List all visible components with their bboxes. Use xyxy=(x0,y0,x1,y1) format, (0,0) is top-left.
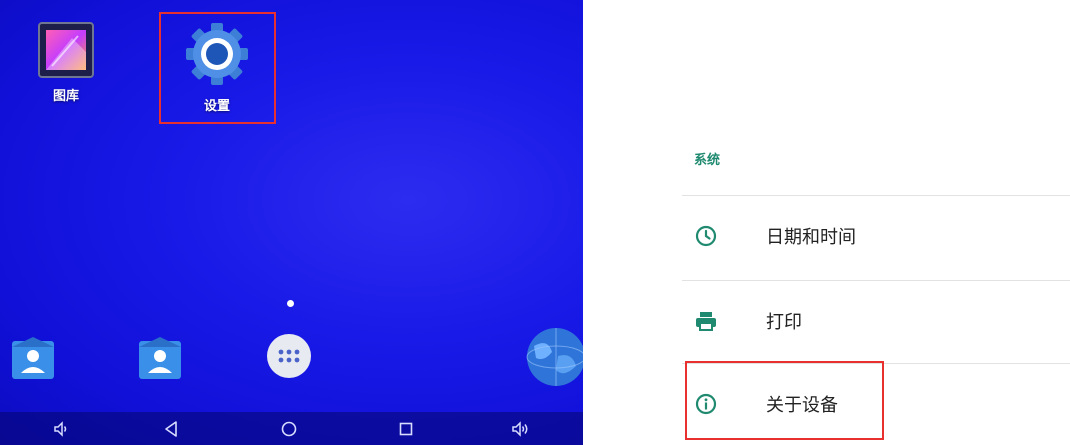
settings-item-label: 打印 xyxy=(766,312,802,333)
volume-up-icon[interactable] xyxy=(510,418,532,440)
page-indicator-dot xyxy=(287,300,294,307)
settings-item-label: 日期和时间 xyxy=(766,227,856,248)
contacts-icon[interactable] xyxy=(10,333,56,385)
clock-icon xyxy=(694,224,718,248)
gallery-app-label: 图库 xyxy=(52,89,79,104)
back-icon[interactable] xyxy=(160,418,182,440)
settings-item-print[interactable]: 打印 xyxy=(650,282,1070,362)
settings-item-date-time[interactable]: 日期和时间 xyxy=(650,197,1070,277)
browser-globe-icon[interactable] xyxy=(522,326,583,392)
gallery-app[interactable]: 图库 xyxy=(36,22,96,104)
about-device-highlight-box xyxy=(685,361,884,440)
recents-icon[interactable] xyxy=(395,418,417,440)
app-drawer-icon[interactable] xyxy=(266,333,312,383)
gallery-icon xyxy=(38,22,94,78)
settings-system-section: 系统 日期和时间 打印 关于设备 xyxy=(650,125,1070,445)
print-icon xyxy=(694,309,718,333)
section-title: 系统 xyxy=(694,153,721,168)
divider xyxy=(682,280,1070,281)
volume-down-icon[interactable] xyxy=(50,418,72,440)
settings-highlight-box xyxy=(159,12,276,124)
contacts-icon[interactable] xyxy=(137,333,183,385)
home-icon[interactable] xyxy=(278,418,300,440)
android-home-screen: 图库 设置 xyxy=(0,0,583,445)
navigation-bar xyxy=(0,412,583,445)
divider xyxy=(682,195,1070,196)
